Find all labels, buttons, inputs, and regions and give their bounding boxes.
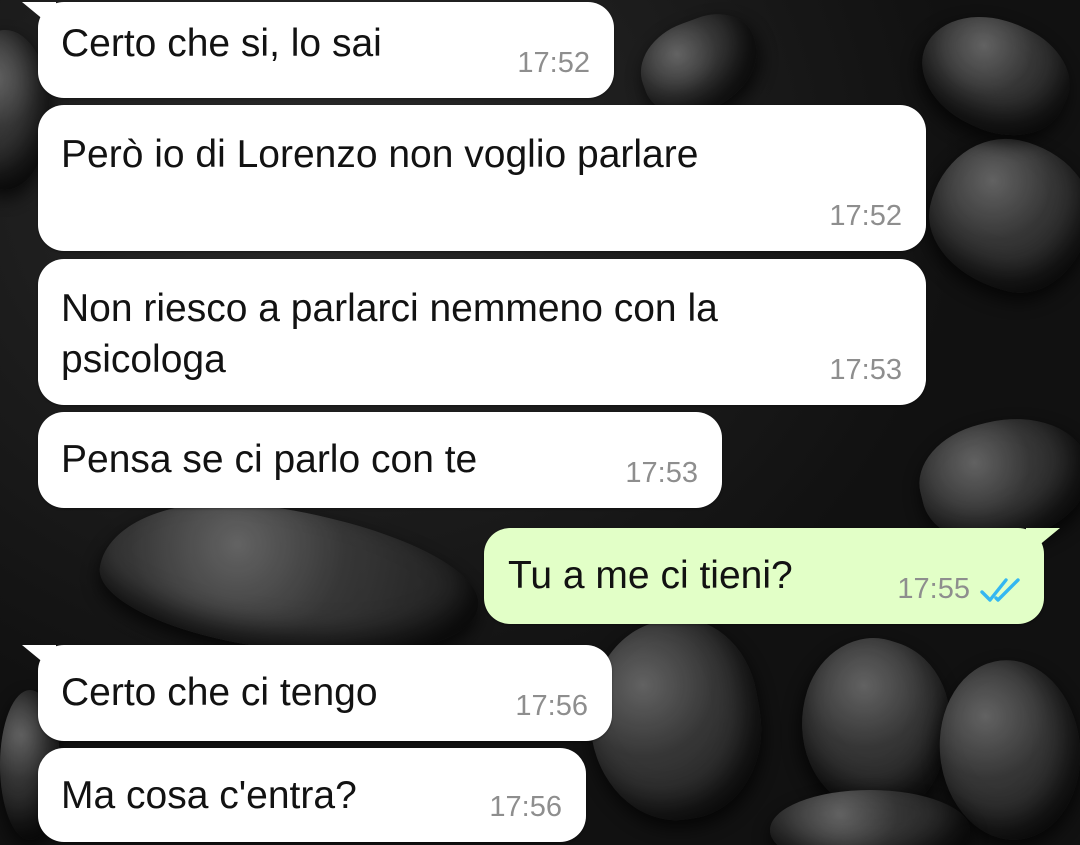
message-time: 17:53 <box>625 457 698 489</box>
incoming-message[interactable]: Certo che ci tengo 17:56 <box>22 645 612 741</box>
message-text: Certo che si, lo sai <box>61 22 382 65</box>
message-time: 17:52 <box>829 200 902 232</box>
message-text: Tu a me ci tieni? <box>508 554 793 597</box>
double-check-read-icon <box>980 578 1020 602</box>
message-time: 17:53 <box>829 354 902 386</box>
bubble-tail <box>22 2 56 30</box>
message-time: 17:56 <box>515 690 588 722</box>
bubble-tail <box>1026 528 1060 556</box>
incoming-message[interactable]: Certo che si, lo sai 17:52 <box>22 2 614 98</box>
message-text: Non riesco a parlarci nemmeno con la psi… <box>61 287 718 381</box>
message-text: Ma cosa c'entra? <box>61 774 357 817</box>
message-list[interactable]: Certo che si, lo sai 17:52 Però io di Lo… <box>0 0 1080 845</box>
outgoing-message[interactable]: Tu a me ci tieni? 17:55 <box>484 528 1060 624</box>
message-text: Pensa se ci parlo con te <box>61 438 478 481</box>
incoming-message[interactable]: Ma cosa c'entra? 17:56 <box>38 748 586 842</box>
message-text: Però io di Lorenzo non voglio parlare <box>61 133 699 176</box>
message-time: 17:55 <box>897 573 970 605</box>
message-text: Certo che ci tengo <box>61 671 378 714</box>
incoming-message[interactable]: Però io di Lorenzo non voglio parlare 17… <box>38 105 926 251</box>
message-time: 17:52 <box>517 47 590 79</box>
message-time: 17:56 <box>489 791 562 823</box>
incoming-message[interactable]: Pensa se ci parlo con te 17:53 <box>38 412 722 508</box>
bubble-tail <box>22 645 56 673</box>
incoming-message[interactable]: Non riesco a parlarci nemmeno con la psi… <box>38 259 926 405</box>
